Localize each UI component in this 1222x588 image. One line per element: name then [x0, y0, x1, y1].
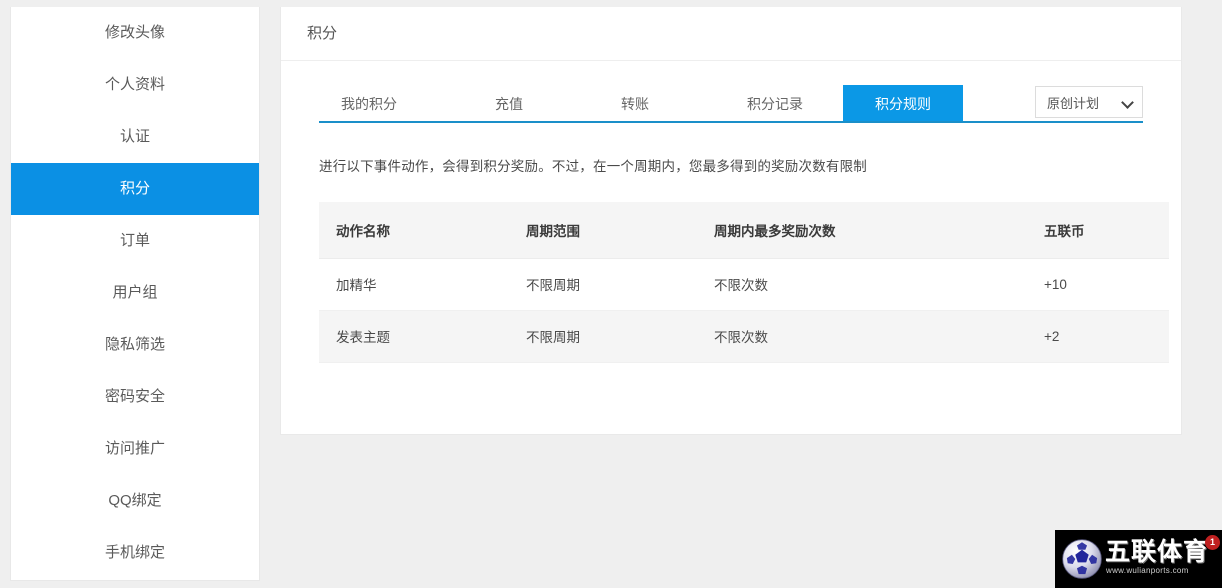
plan-select-value: 原创计划	[1047, 95, 1100, 111]
tabs-wrap: 我的积分 充值 转账 积分记录 积分规则 原创计划	[281, 61, 1181, 123]
tab-points-log[interactable]: 积分记录	[725, 85, 825, 123]
sidebar-item-8[interactable]: 访问推广	[11, 423, 259, 475]
cell-cycle: 不限周期	[509, 258, 697, 311]
tab-underline	[319, 121, 1143, 123]
rules-description: 进行以下事件动作，会得到积分奖励。不过，在一个周期内，您最多得到的奖励次数有限制	[319, 159, 867, 174]
main-panel: 积分 我的积分 充值 转账 积分记录 积分规则 原创计划 进行以下事件动作，会得…	[280, 7, 1182, 435]
sidebar-item-5[interactable]: 用户组	[11, 267, 259, 319]
sidebar: 修改头像 个人资料 认证 积分 订单 用户组 隐私筛选 密码安全 访问推广 QQ…	[10, 7, 260, 581]
sidebar-item-10[interactable]: 手机绑定	[11, 527, 259, 579]
sidebar-item-6[interactable]: 隐私筛选	[11, 319, 259, 371]
soccer-ball-icon	[1062, 539, 1102, 579]
sidebar-item-0[interactable]: 修改头像	[11, 7, 259, 59]
panel-body: 我的积分 充值 转账 积分记录 积分规则 原创计划 进行以下事件动作，会得到积分…	[281, 61, 1181, 434]
table-row: 发表主题 不限周期 不限次数 +2	[319, 310, 1169, 363]
table-body: 加精华 不限周期 不限次数 +10 发表主题 不限周期 不限次数 +2	[319, 258, 1169, 363]
table-row: 加精华 不限周期 不限次数 +10	[319, 258, 1169, 311]
sidebar-item-1[interactable]: 个人资料	[11, 59, 259, 111]
cell-action: 加精华	[319, 258, 509, 311]
watermark-badge: 1	[1205, 535, 1220, 550]
cell-coin: +10	[1027, 258, 1169, 311]
col-header-action: 动作名称	[319, 202, 509, 259]
table-head: 动作名称 周期范围 周期内最多奖励次数 五联币	[319, 202, 1169, 259]
sidebar-item-7[interactable]: 密码安全	[11, 371, 259, 423]
page-title: 积分	[281, 7, 1181, 61]
plan-select[interactable]: 原创计划	[1035, 86, 1143, 118]
sidebar-item-3[interactable]: 积分	[11, 163, 259, 215]
col-header-coin: 五联币	[1027, 202, 1169, 259]
watermark-brand: 五联体育	[1105, 537, 1210, 566]
cell-max-times: 不限次数	[697, 310, 1027, 363]
tab-my-points[interactable]: 我的积分	[319, 85, 419, 123]
cell-cycle: 不限周期	[509, 310, 697, 363]
tab-bar: 我的积分 充值 转账 积分记录 积分规则 原创计划	[281, 83, 1181, 123]
watermark-text: 五联体育 www.wulianports.com 1	[1105, 535, 1222, 583]
watermark-logo: 五联体育 www.wulianports.com 1	[1055, 530, 1222, 588]
page-root: 修改头像 个人资料 认证 积分 订单 用户组 隐私筛选 密码安全 访问推广 QQ…	[0, 0, 1222, 588]
table-header-row: 动作名称 周期范围 周期内最多奖励次数 五联币	[319, 202, 1169, 259]
sidebar-item-9[interactable]: QQ绑定	[11, 475, 259, 527]
chevron-down-icon	[1122, 97, 1133, 108]
tab-recharge[interactable]: 充值	[473, 85, 545, 123]
sidebar-item-2[interactable]: 认证	[11, 111, 259, 163]
cell-max-times: 不限次数	[697, 258, 1027, 311]
tab-points-rules[interactable]: 积分规则	[843, 85, 963, 123]
watermark-url: www.wulianports.com	[1106, 566, 1189, 575]
cell-coin: +2	[1027, 310, 1169, 363]
rules-table: 动作名称 周期范围 周期内最多奖励次数 五联币 加精华 不限周期 不限次数 +1…	[319, 202, 1169, 363]
col-header-max-times: 周期内最多奖励次数	[697, 202, 1027, 259]
cell-action: 发表主题	[319, 310, 509, 363]
col-header-cycle: 周期范围	[509, 202, 697, 259]
tab-transfer[interactable]: 转账	[599, 85, 671, 123]
sidebar-item-4[interactable]: 订单	[11, 215, 259, 267]
